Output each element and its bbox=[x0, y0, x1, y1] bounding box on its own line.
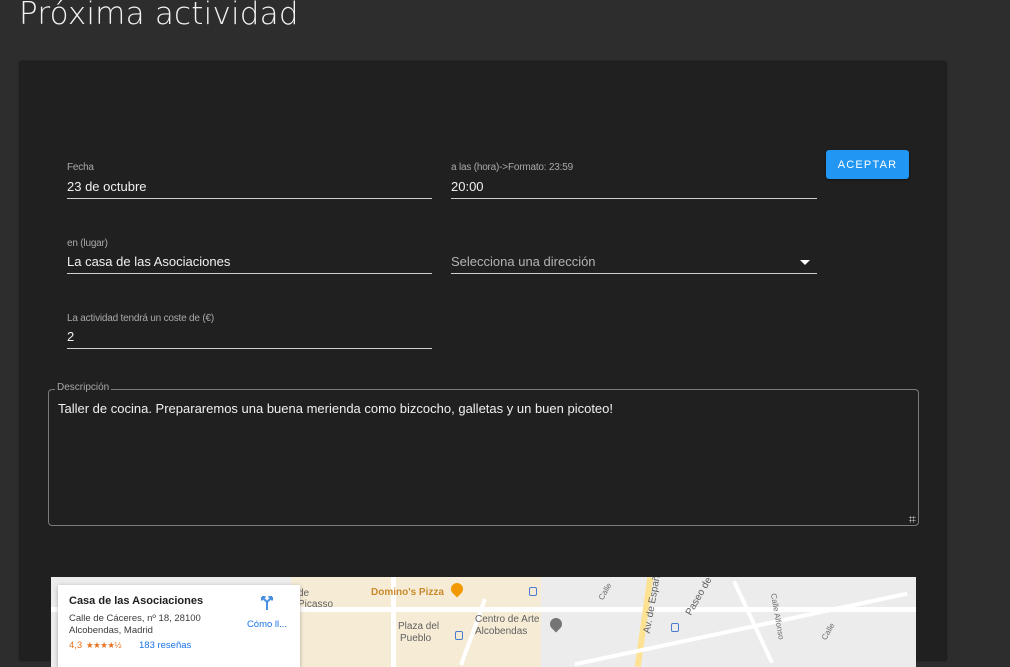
description-label: Descripción bbox=[55, 382, 112, 393]
place-rating: 4,3 bbox=[69, 640, 83, 651]
map-label-calle: Calle bbox=[596, 581, 614, 602]
bus-stop-icon bbox=[455, 631, 463, 640]
date-value[interactable]: 23 de octubre bbox=[67, 179, 147, 194]
place-address: Calle de Cáceres, nº 18, 28100 Alcobenda… bbox=[69, 613, 219, 637]
map-embed[interactable]: de Picasso Domino's Pizza Plaza del Pueb… bbox=[51, 577, 916, 667]
cost-field[interactable]: La actividad tendrá un coste de (€) 2 bbox=[67, 313, 432, 349]
place-value[interactable]: La casa de las Asociaciones bbox=[67, 254, 230, 269]
directions-label: Cómo ll... bbox=[246, 619, 288, 630]
map-label-calle-2: Calle bbox=[819, 621, 837, 642]
map-label-picasso: Picasso bbox=[298, 599, 334, 610]
description-textarea[interactable]: Descripción Taller de cocina. Prepararem… bbox=[48, 382, 919, 526]
map-label-calle-alfonso: Calle Alfonso bbox=[768, 592, 786, 641]
time-field[interactable]: a las (hora)->Formato: 23:59 20:00 bbox=[451, 162, 817, 199]
place-address-line1: Calle de Cáceres, nº 18, 28100 bbox=[69, 613, 201, 624]
cost-label: La actividad tendrá un coste de (€) bbox=[67, 313, 214, 324]
place-label: en (lugar) bbox=[67, 238, 108, 249]
address-select[interactable]: Selecciona una dirección bbox=[451, 238, 817, 274]
date-field[interactable]: Fecha 23 de octubre bbox=[67, 162, 432, 199]
map-label-centro: Centro de Arte bbox=[475, 614, 540, 625]
bus-stop-icon bbox=[671, 623, 679, 632]
place-name[interactable]: Casa de las Asociaciones bbox=[69, 595, 203, 607]
date-label: Fecha bbox=[67, 162, 94, 173]
cost-value[interactable]: 2 bbox=[67, 329, 74, 344]
directions-icon bbox=[261, 596, 273, 610]
description-value[interactable]: Taller de cocina. Prepararemos una buena… bbox=[58, 401, 613, 416]
place-field[interactable]: en (lugar) La casa de las Asociaciones bbox=[67, 238, 432, 274]
time-value[interactable]: 20:00 bbox=[451, 179, 484, 194]
chevron-down-icon[interactable] bbox=[800, 260, 810, 265]
bus-stop-icon bbox=[529, 587, 537, 596]
map-label-dominos: Domino's Pizza bbox=[371, 587, 444, 598]
museum-pin-icon[interactable] bbox=[547, 615, 565, 633]
map-label-alcobendas: Alcobendas bbox=[475, 626, 528, 637]
accept-button[interactable]: Aceptar bbox=[826, 150, 909, 179]
address-select-placeholder: Selecciona una dirección bbox=[451, 254, 596, 269]
directions-button[interactable]: Cómo ll... bbox=[242, 593, 292, 630]
activity-form-card: Fecha 23 de octubre a las (hora)->Format… bbox=[19, 61, 947, 667]
map-label-pueblo: Pueblo bbox=[400, 633, 432, 644]
page-title: Próxima actividad bbox=[19, 0, 299, 32]
place-address-line2: Alcobendas, Madrid bbox=[69, 625, 153, 636]
star-rating-icon: ★★★★½ bbox=[86, 640, 122, 650]
resize-handle-icon[interactable] bbox=[909, 516, 916, 523]
map-label-plaza: Plaza del bbox=[398, 621, 440, 632]
time-label: a las (hora)->Formato: 23:59 bbox=[451, 162, 573, 173]
reviews-link[interactable]: 183 reseñas bbox=[139, 640, 191, 651]
place-info-card[interactable]: Casa de las Asociaciones Calle de Cácere… bbox=[58, 585, 300, 667]
